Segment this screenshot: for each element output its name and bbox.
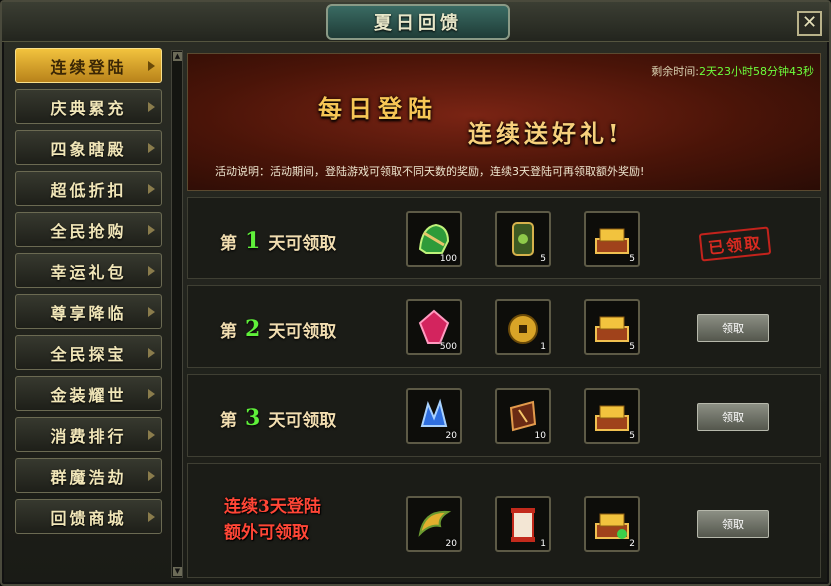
- item-quantity: 5: [540, 254, 546, 264]
- golden-wing-icon: [418, 510, 452, 537]
- item-quantity: 5: [629, 254, 635, 264]
- sidebar-item-four-symbols[interactable]: 四象瞎殿: [15, 130, 162, 165]
- bonus-line-1: 连续3天登陆: [224, 497, 321, 517]
- window-title: 夏日回馈: [326, 4, 510, 40]
- sidebar-item-demon-invasion[interactable]: 群魔浩劫: [15, 458, 162, 493]
- sidebar-item-flash-sale[interactable]: 全民抢购: [15, 212, 162, 247]
- title-bar: 夏日回馈 ✕: [2, 2, 829, 42]
- reward-item-coin[interactable]: 1: [495, 299, 551, 355]
- description-text: 活动期间，登陆游戏可领取不同天数的奖励，连续3天登陆可再领取额外奖励!: [270, 165, 645, 178]
- item-quantity: 100: [439, 254, 457, 264]
- sidebar-item-celebration-recharge[interactable]: 庆典累充: [15, 89, 162, 124]
- reward-row-day-3: 第 3 天可领取 20 10 5 领取: [187, 374, 821, 457]
- scroll-down-icon[interactable]: ▼: [173, 567, 182, 576]
- claim-button[interactable]: 领取: [697, 510, 769, 538]
- sidebar-item-reward-shop[interactable]: 回馈商城: [15, 499, 162, 534]
- day-label: 第 1 天可领取: [220, 228, 336, 254]
- red-gem-icon: [418, 309, 450, 344]
- blue-crystal-icon: [420, 398, 448, 427]
- sidebar-item-spending-rank[interactable]: 消费排行: [15, 417, 162, 452]
- red-scroll-icon: [511, 508, 535, 542]
- gold-chest-icon: [595, 316, 629, 342]
- sidebar-item-lucky-pack[interactable]: 幸运礼包: [15, 253, 162, 288]
- event-description: 活动说明：活动期间，登陆游戏可领取不同天数的奖励，连续3天登陆可再领取额外奖励!: [215, 163, 644, 179]
- rune-stone-icon: [509, 400, 537, 432]
- item-quantity: 20: [445, 539, 457, 549]
- green-helmet-icon: [418, 223, 450, 254]
- day-prefix: 第: [220, 410, 237, 431]
- claim-button[interactable]: 领取: [697, 314, 769, 342]
- item-quantity: 1: [540, 539, 546, 549]
- sidebar-item-vip-arrival[interactable]: 尊享降临: [15, 294, 162, 329]
- reward-item-golden-wing[interactable]: 20: [406, 496, 462, 552]
- reward-item-jade-token[interactable]: 5: [495, 211, 551, 267]
- gold-chest-icon: [595, 228, 629, 254]
- gold-chest-icon: [595, 405, 629, 431]
- sidebar-item-continuous-login[interactable]: 连续登陆: [15, 48, 162, 83]
- sidebar: 连续登陆 庆典累充 四象瞎殿 超低折扣 全民抢购 幸运礼包 尊享降临 全民探宝 …: [11, 48, 164, 578]
- reward-item-blue-crystal[interactable]: 20: [406, 388, 462, 444]
- day-number: 1: [245, 228, 261, 254]
- day-suffix: 天可领取: [268, 321, 337, 342]
- day-suffix: 天可领取: [268, 233, 337, 254]
- day-number: 3: [245, 405, 261, 431]
- timer-value: 2天23小时58分钟43秒: [699, 65, 814, 78]
- bonus-line-2: 额外可领取: [224, 523, 309, 543]
- description-label: 活动说明：: [215, 165, 270, 178]
- item-quantity: 10: [534, 431, 546, 441]
- event-banner: 剩余时间:2天23小时58分钟43秒 每日登陆 连续送好礼! 活动说明：活动期间…: [187, 53, 821, 191]
- jade-token-icon: [512, 222, 534, 256]
- reward-item-green-helmet[interactable]: 100: [406, 211, 462, 267]
- reward-item-green-chest[interactable]: 2: [584, 496, 640, 552]
- item-quantity: 2: [629, 539, 635, 549]
- sidebar-item-gold-gear[interactable]: 金装耀世: [15, 376, 162, 411]
- item-quantity: 20: [445, 431, 457, 441]
- reward-row-day-1: 第 1 天可领取 100 5 5 已领取: [187, 197, 821, 279]
- banner-slogan-daily-login: 每日登陆: [318, 94, 438, 123]
- day-label: 第 2 天可领取: [220, 316, 336, 342]
- countdown-timer: 剩余时间:2天23小时58分钟43秒: [651, 63, 814, 79]
- item-quantity: 5: [629, 431, 635, 441]
- sidebar-scrollbar[interactable]: ▲ ▼: [171, 50, 183, 578]
- day-prefix: 第: [220, 321, 237, 342]
- item-quantity: 500: [439, 342, 457, 352]
- reward-item-red-scroll[interactable]: 1: [495, 496, 551, 552]
- claimed-stamp: 已领取: [698, 226, 772, 262]
- claim-button[interactable]: 领取: [697, 403, 769, 431]
- coin-icon: [508, 314, 538, 344]
- close-button[interactable]: ✕: [797, 11, 822, 36]
- day-label: 第 3 天可领取: [220, 405, 336, 431]
- event-window: 夏日回馈 ✕ 连续登陆 庆典累充 四象瞎殿 超低折扣 全民抢购 幸运礼包 尊享降…: [0, 0, 831, 586]
- sidebar-item-super-discount[interactable]: 超低折扣: [15, 171, 162, 206]
- reward-item-gold-chest[interactable]: 5: [584, 211, 640, 267]
- day-suffix: 天可领取: [268, 410, 337, 431]
- item-quantity: 5: [629, 342, 635, 352]
- reward-item-red-gem[interactable]: 500: [406, 299, 462, 355]
- sidebar-item-treasure-hunt[interactable]: 全民探宝: [15, 335, 162, 370]
- reward-item-gold-chest[interactable]: 5: [584, 388, 640, 444]
- timer-label: 剩余时间:: [651, 65, 699, 78]
- day-prefix: 第: [220, 233, 237, 254]
- day-number: 2: [245, 316, 261, 342]
- green-chest-icon: [595, 513, 629, 539]
- item-quantity: 1: [540, 342, 546, 352]
- banner-slogan-gifts: 连续送好礼!: [468, 119, 623, 148]
- bonus-label: 连续3天登陆 额外可领取: [224, 494, 321, 546]
- reward-row-day-2: 第 2 天可领取 500 1 5 领取: [187, 285, 821, 368]
- reward-row-bonus: 连续3天登陆 额外可领取 20 1 2 领取: [187, 463, 821, 578]
- scroll-up-icon[interactable]: ▲: [173, 52, 182, 61]
- reward-item-gold-chest[interactable]: 5: [584, 299, 640, 355]
- reward-item-rune-stone[interactable]: 10: [495, 388, 551, 444]
